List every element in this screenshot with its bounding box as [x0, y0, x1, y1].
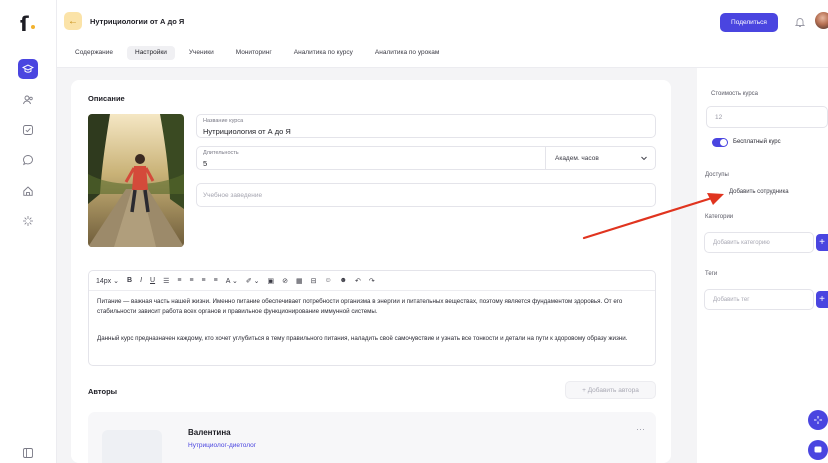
course-name-label: Название курса [203, 118, 244, 124]
description-paragraph-2: Данный курс предназначен каждому, кто хо… [97, 335, 628, 342]
table-icon[interactable]: ▦ [296, 277, 303, 285]
chat-icon [23, 155, 33, 166]
categories-placeholder: Добавить категорию [713, 240, 770, 246]
access-label: Доступы [705, 172, 729, 178]
add-employee-link[interactable]: Добавить сотрудника [729, 189, 789, 195]
add-author-button[interactable]: + Добавить автора [565, 381, 656, 399]
course-settings-card: Описание Название курса Нутрициология от… [71, 80, 671, 463]
sidebar-item-courses[interactable] [18, 59, 38, 79]
page-title: Нутрициологии от А до Я [90, 17, 185, 26]
duration-field[interactable]: Длительность 5 Академ. часов [196, 146, 656, 170]
chat-support-button[interactable] [808, 440, 828, 460]
price-field[interactable]: 12 [706, 106, 828, 128]
price-value: 12 [715, 114, 723, 121]
author-photo [102, 430, 162, 463]
panel-toggle-icon [23, 448, 33, 458]
share-button[interactable]: Поделиться [720, 13, 778, 32]
emoji-icon[interactable]: ☺ [325, 277, 332, 284]
tab-bar: Содержание Настройки Ученики Мониторинг … [67, 46, 453, 60]
sidebar-collapse-button[interactable] [18, 443, 38, 463]
sparkles-icon [814, 416, 822, 424]
avatar[interactable] [815, 12, 828, 29]
field-divider [545, 147, 546, 169]
back-button[interactable]: ← [64, 12, 82, 30]
author-name: Валентина [188, 428, 231, 437]
duration-unit-select[interactable]: Академ. часов [555, 155, 599, 162]
editor-toolbar: 14px ⌄ B I U ☰ ≡ ≡ ≡ ≡ A ⌄ ✐ ⌄ ▣ ⊘ ▦ ⊟ ☺… [89, 271, 655, 291]
course-cover-image[interactable] [88, 114, 184, 247]
users-icon [23, 95, 33, 105]
logo-dot [31, 25, 35, 29]
sparkles-icon [23, 216, 33, 226]
free-course-toggle[interactable] [712, 138, 728, 147]
text-color-button[interactable]: A ⌄ [226, 277, 238, 285]
emoji-alt-icon[interactable]: ☻ [340, 277, 347, 284]
course-name-value: Нутрициология от А до Я [203, 127, 291, 136]
authors-section-title: Авторы [88, 387, 118, 396]
categories-label: Категории [705, 214, 734, 220]
chevron-down-icon [641, 156, 647, 161]
sidebar-item-tasks[interactable] [18, 120, 38, 140]
align-right-button[interactable]: ≡ [202, 277, 206, 284]
underline-button[interactable]: U [150, 277, 155, 284]
link-icon[interactable]: ⊘ [282, 277, 288, 285]
institution-placeholder: Учебное заведение [203, 192, 263, 199]
sidebar-item-home[interactable] [18, 181, 38, 201]
author-role: Нутрициолог-диетолог [188, 442, 257, 449]
align-left-button[interactable]: ≡ [177, 277, 181, 284]
graduation-cap-icon [22, 64, 34, 73]
image-icon[interactable]: ▣ [268, 277, 275, 285]
description-section-title: Описание [88, 94, 125, 103]
duration-value: 5 [203, 159, 208, 168]
tags-placeholder: Добавить тег [713, 297, 750, 303]
author-card[interactable]: Валентина Нутрициолог-диетолог ··· [88, 412, 656, 463]
tab-content[interactable]: Содержание [67, 46, 121, 60]
chat-bubble-icon [814, 446, 822, 453]
sidebar-item-chat[interactable] [18, 150, 38, 170]
align-center-button[interactable]: ≡ [189, 277, 193, 284]
bold-button[interactable]: B [127, 277, 132, 284]
sidebar-item-users[interactable] [18, 90, 38, 110]
font-size-select[interactable]: 14px ⌄ [96, 277, 119, 285]
video-icon[interactable]: ⊟ [311, 277, 317, 285]
add-category-button[interactable]: + [816, 234, 828, 251]
redo-button[interactable]: ↷ [369, 277, 375, 285]
duration-label: Длительность [203, 150, 239, 156]
course-cover-picture [88, 114, 184, 247]
tab-students[interactable]: Ученики [181, 46, 222, 60]
sidebar: ſ [0, 0, 57, 463]
list-button[interactable]: ☰ [163, 277, 169, 285]
add-tag-button[interactable]: + [816, 291, 828, 308]
tab-monitoring[interactable]: Мониторинг [228, 46, 280, 60]
justify-button[interactable]: ≡ [214, 277, 218, 284]
more-options-icon[interactable]: ··· [636, 424, 645, 434]
description-paragraph-1: Питание — важная часть нашей жизни. Имен… [97, 298, 623, 315]
tab-course-analytics[interactable]: Аналитика по курсу [286, 46, 361, 60]
undo-button[interactable]: ↶ [355, 277, 361, 285]
tags-field[interactable]: Добавить тег [704, 289, 814, 310]
free-course-label: Бесплатный курс [733, 139, 781, 145]
sidebar-item-ai[interactable] [18, 211, 38, 231]
bell-icon[interactable] [794, 16, 806, 28]
checkbox-icon [23, 125, 33, 135]
categories-field[interactable]: Добавить категорию [704, 232, 814, 253]
institution-field[interactable]: Учебное заведение [196, 183, 656, 207]
tab-settings[interactable]: Настройки [127, 46, 175, 60]
course-name-field[interactable]: Название курса Нутрициология от А до Я [196, 114, 656, 138]
highlight-button[interactable]: ✐ ⌄ [246, 277, 260, 285]
app-logo[interactable]: ſ [20, 12, 29, 36]
home-icon [23, 186, 33, 196]
tags-label: Теги [705, 271, 718, 277]
tab-lesson-analytics[interactable]: Аналитика по урокам [367, 46, 447, 60]
topbar: ← Нутрициологии от А до Я Поделиться Сод… [57, 0, 828, 68]
arrow-left-icon: ← [68, 15, 78, 27]
italic-button[interactable]: I [140, 277, 142, 284]
description-editor[interactable]: 14px ⌄ B I U ☰ ≡ ≡ ≡ ≡ A ⌄ ✐ ⌄ ▣ ⊘ ▦ ⊟ ☺… [88, 270, 656, 366]
price-label: Стоимость курса [711, 91, 759, 97]
ai-assistant-button[interactable] [808, 410, 828, 430]
